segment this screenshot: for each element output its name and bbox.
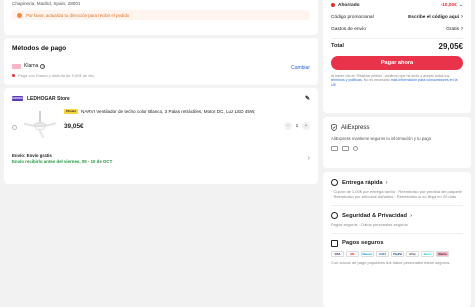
address-line: Chapineria, Madrid, Spain, 28001 bbox=[12, 1, 81, 6]
visa-logo: VISA bbox=[331, 250, 344, 257]
chevron-right-icon[interactable]: › bbox=[461, 26, 463, 32]
truck-icon bbox=[331, 179, 338, 186]
security-title: Seguridad & Privacidad bbox=[342, 212, 408, 219]
discount-icon bbox=[331, 3, 335, 7]
amex-logo: AMEX bbox=[376, 250, 389, 257]
divider bbox=[331, 38, 463, 39]
promo-input[interactable]: Escribe el código aquí bbox=[408, 15, 459, 20]
total-label: Total bbox=[331, 43, 344, 50]
legal-text-1: Al hacer clic en 'Realizar pedido', conf… bbox=[331, 73, 450, 78]
address-warning[interactable]: Por favor, actualiza tu dirección para r… bbox=[12, 10, 310, 20]
mastercard-logo: MC bbox=[346, 250, 359, 257]
aliexpress-header: AliExpress bbox=[331, 124, 463, 131]
chevron-right-icon[interactable]: › bbox=[410, 213, 412, 219]
secure-payments-text: Con socios de pago populares tus datos p… bbox=[331, 259, 451, 265]
store-header: LEDHOGAR LEDHOGAR Store ✎ bbox=[12, 95, 310, 102]
quantity-value[interactable]: 1 bbox=[292, 124, 302, 129]
edit-icon[interactable]: ✎ bbox=[305, 95, 310, 102]
chevron-right-icon[interactable]: › bbox=[461, 14, 463, 20]
chevron-right-icon[interactable]: › bbox=[308, 155, 310, 162]
security-text: Pagos seguros · Datos personales seguros bbox=[331, 222, 408, 227]
shipping-cost-label: Gastos de envío bbox=[331, 26, 366, 32]
item-checkbox[interactable] bbox=[12, 125, 17, 130]
aliexpress-title: AliExpress bbox=[341, 124, 370, 131]
quantity-stepper: − 1 + bbox=[284, 122, 310, 130]
aliexpress-desc: AliExpress mantiene seguros tu informaci… bbox=[331, 136, 432, 141]
fast-delivery-title: Entrega rápida bbox=[342, 179, 383, 186]
payment-method-row[interactable]: Klarna ? Cambiar bbox=[12, 61, 310, 71]
chevron-down-icon[interactable]: ⌄ bbox=[459, 2, 463, 8]
trust-icons bbox=[331, 146, 463, 151]
total-value: 29,05€ bbox=[438, 41, 463, 51]
klarna-logo: Klarna bbox=[436, 250, 449, 257]
legal-text: Al hacer clic en 'Realizar pedido', conf… bbox=[323, 70, 471, 88]
lock-icon bbox=[342, 146, 349, 151]
cart-item: Choice NARVI Ventilador de techo color B… bbox=[12, 109, 310, 143]
saved-row: Ahorrado -10,00€ ⌄ bbox=[323, 0, 471, 11]
address-card: Chapineria, Madrid, Spain, 28001 Por fav… bbox=[4, 0, 318, 35]
item-title: NARVI Ventilador de techo color Blanco, … bbox=[81, 109, 256, 114]
legal-text-2: . No es necesario bbox=[361, 78, 391, 83]
price-row: 39,05€ − 1 + bbox=[64, 122, 310, 130]
payment-logos: VISA MC Maestro AMEX PayPal GPay Bizum K… bbox=[331, 250, 463, 257]
increase-quantity-button[interactable]: + bbox=[302, 122, 310, 130]
product-image[interactable] bbox=[22, 109, 58, 143]
divider bbox=[331, 205, 463, 206]
promo-row[interactable]: Código promocional Escribe el código aqu… bbox=[323, 11, 471, 23]
order-summary-card: Ahorrado -10,00€ ⌄ Código promocional Es… bbox=[323, 0, 471, 113]
aliexpress-security-card: AliExpress AliExpress mantiene seguros t… bbox=[323, 117, 471, 168]
secure-payments-title: Pagos seguros bbox=[342, 240, 384, 247]
store-name[interactable]: LEDHOGAR Store bbox=[27, 96, 70, 102]
shipping-cost-row: Gastos de envío Gratis › bbox=[323, 23, 471, 35]
shipping-info: Envío: Envío gratis Envío recibirlo ante… bbox=[12, 153, 112, 164]
payment-note-text: Paga con Klarna y disfruta de 9,00€ de d… bbox=[18, 73, 95, 78]
shipping-row[interactable]: Envío: Envío gratis Envío recibirlo ante… bbox=[12, 153, 310, 164]
saved-value: -10,00€ bbox=[440, 2, 457, 8]
lock-icon bbox=[331, 239, 338, 247]
pay-now-button[interactable]: Pagar ahora bbox=[331, 55, 463, 70]
info-icon[interactable]: ? bbox=[40, 63, 46, 69]
card-icon bbox=[331, 146, 338, 151]
shipping-eta: Envío recibirlo antes del viernes, 09 - … bbox=[12, 159, 113, 164]
bizum-logo: Bizum bbox=[421, 250, 434, 257]
shield-check-icon bbox=[331, 212, 338, 219]
maestro-logo: Maestro bbox=[361, 250, 374, 257]
fast-delivery-header[interactable]: Entrega rápida › bbox=[331, 179, 463, 186]
divider bbox=[331, 233, 463, 234]
item-info: Choice NARVI Ventilador de techo color B… bbox=[64, 109, 310, 143]
saved-label: Ahorrado bbox=[338, 2, 360, 8]
terms-link[interactable]: términos y políticas bbox=[331, 78, 362, 82]
order-sidebar: Ahorrado -10,00€ ⌄ Código promocional Es… bbox=[323, 0, 475, 307]
decrease-quantity-button[interactable]: − bbox=[284, 122, 292, 130]
bullet-icon bbox=[12, 74, 15, 77]
store-logo: LEDHOGAR bbox=[12, 96, 27, 101]
gpay-logo: GPay bbox=[406, 250, 419, 257]
shield-icon bbox=[331, 124, 337, 131]
paypal-logo: PayPal bbox=[391, 250, 404, 257]
payment-methods-title: Métodos de pago bbox=[12, 45, 67, 52]
payment-note: Paga con Klarna y disfruta de 9,00€ de d… bbox=[12, 73, 310, 78]
total-row: Total 29,05€ bbox=[323, 42, 471, 51]
security-header[interactable]: Seguridad & Privacidad › bbox=[331, 212, 463, 219]
payment-methods-card: Métodos de pago Klarna ? Cambiar Paga co… bbox=[4, 38, 318, 85]
benefits-card: Entrega rápida › · Cupón de 1,00€ por en… bbox=[323, 172, 471, 307]
payment-method-name: Klarna bbox=[24, 63, 39, 69]
promo-label: Código promocional bbox=[331, 14, 374, 20]
address-warning-text: Por favor, actualiza tu dirección para r… bbox=[26, 12, 130, 18]
item-title-row[interactable]: Choice NARVI Ventilador de techo color B… bbox=[64, 109, 310, 114]
warning-icon bbox=[17, 12, 22, 18]
ceiling-fan-image bbox=[23, 111, 57, 138]
item-price: 39,05€ bbox=[64, 122, 84, 130]
fast-delivery-text: · Cupón de 1,00€ por entrega tardía · Re… bbox=[331, 189, 462, 200]
store-card: LEDHOGAR LEDHOGAR Store ✎ Choice NARVI V… bbox=[4, 88, 318, 184]
shipping-cost-value: Gratis bbox=[446, 26, 459, 32]
globe-icon bbox=[353, 146, 358, 151]
shipping-title: Envío: Envío gratis bbox=[12, 153, 52, 158]
change-payment-link[interactable]: Cambiar bbox=[291, 65, 310, 71]
klarna-logo-icon bbox=[12, 63, 21, 69]
chevron-right-icon[interactable]: › bbox=[386, 180, 388, 186]
secure-payments-header: Pagos seguros bbox=[331, 239, 463, 247]
choice-badge: Choice bbox=[64, 109, 79, 114]
